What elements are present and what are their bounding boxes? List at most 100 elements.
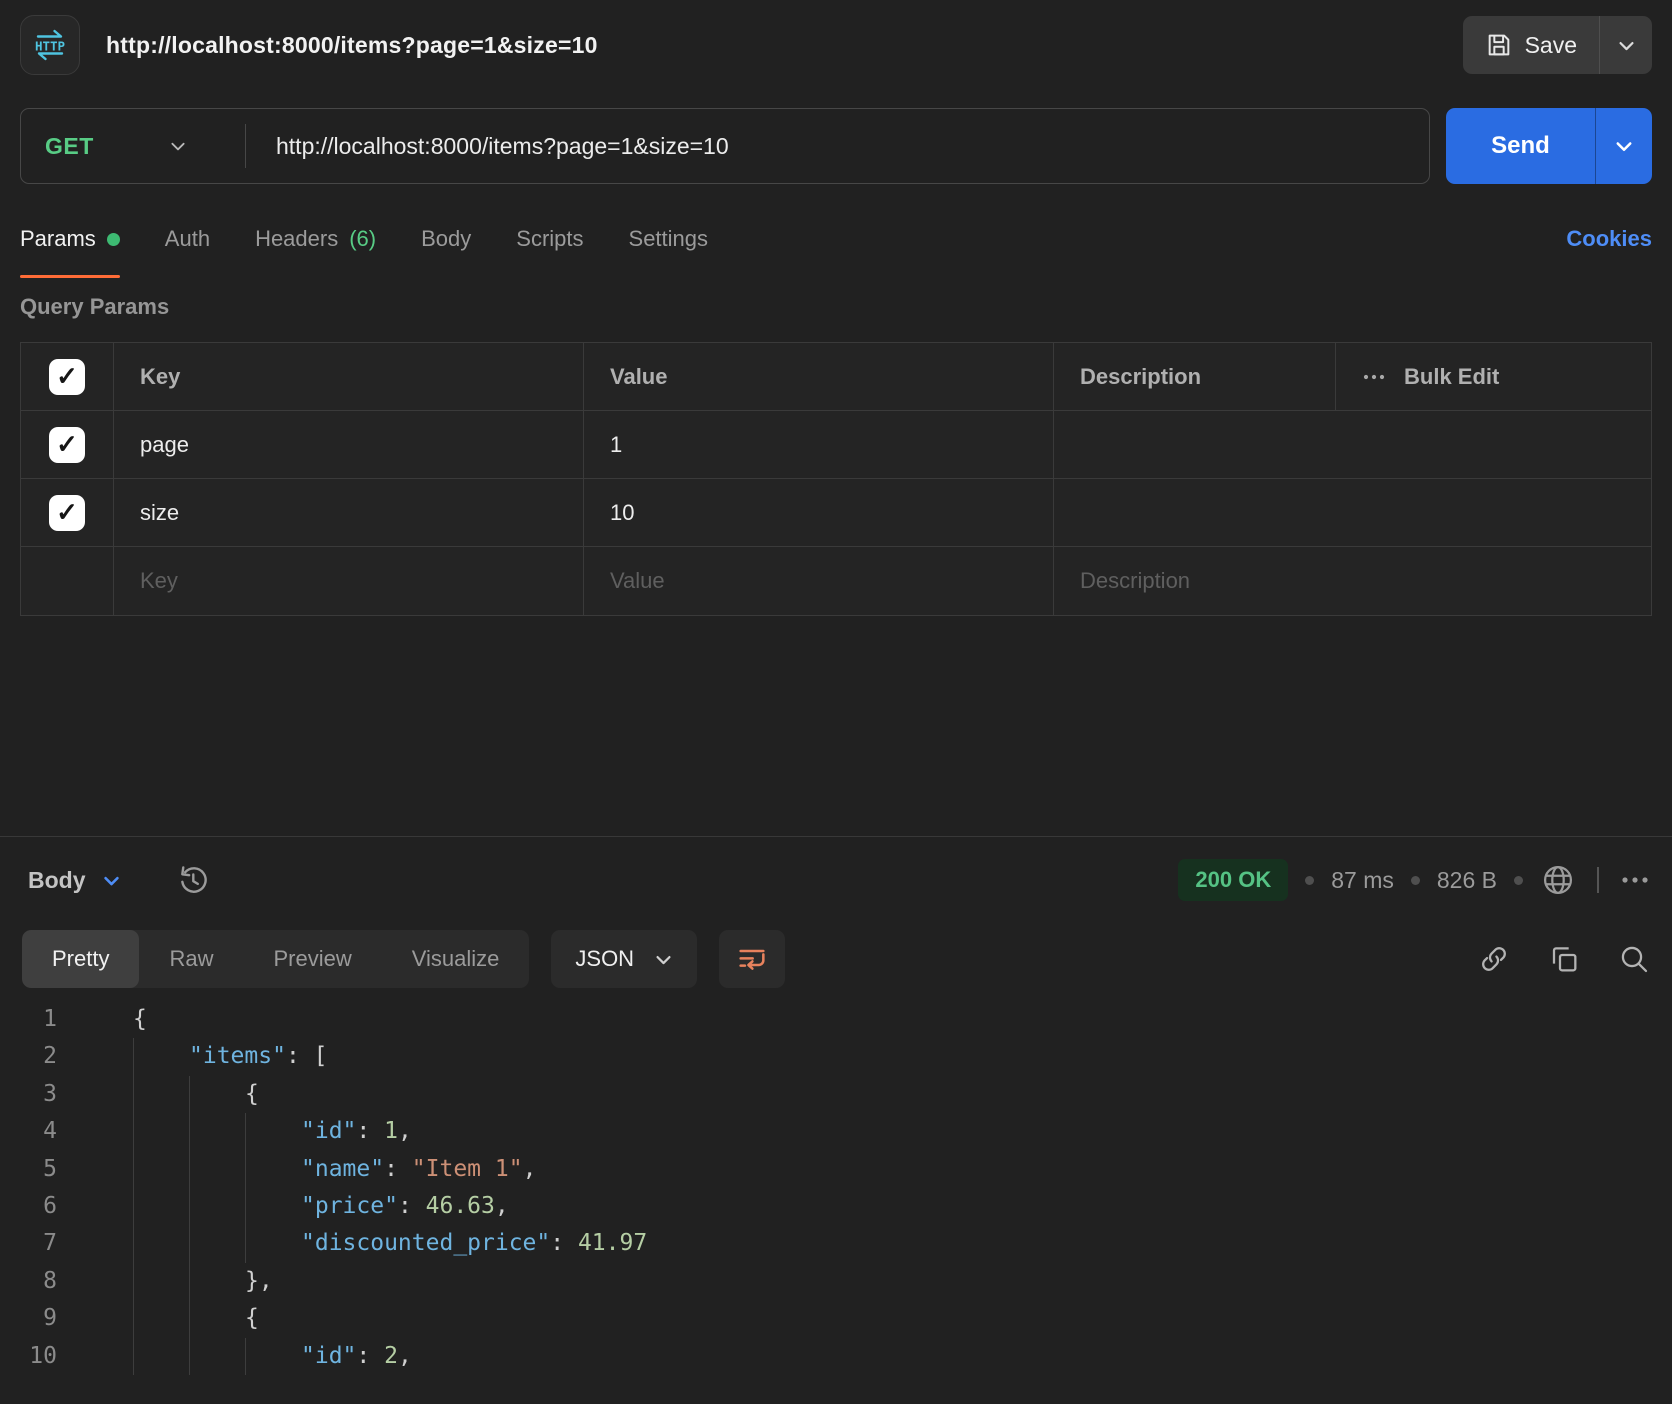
indent-guide <box>133 1113 189 1150</box>
checkbox-cell <box>21 547 114 615</box>
view-tab-visualize[interactable]: Visualize <box>382 930 530 988</box>
code-tokens: "id": 1, <box>301 1113 412 1150</box>
chevron-down-icon <box>1617 36 1636 55</box>
indent-guide <box>133 1151 189 1188</box>
code-content: }, <box>133 1263 273 1300</box>
separator-dot <box>1305 876 1314 885</box>
query-params-title: Query Params <box>20 294 1652 320</box>
response-options-button[interactable] <box>1620 874 1650 886</box>
save-options-button[interactable] <box>1600 16 1652 74</box>
chevron-down-icon <box>102 871 121 890</box>
param-value-cell[interactable]: 1 <box>584 411 1054 479</box>
param-key-cell[interactable]: page <box>114 411 584 479</box>
code-tokens: }, <box>245 1263 273 1300</box>
response-header: Body 200 OK 87 ms 826 <box>0 837 1672 923</box>
row-checkbox[interactable]: ✓ <box>49 495 85 531</box>
separator-dot <box>1411 876 1420 885</box>
code-tokens: "name": "Item 1", <box>301 1151 536 1188</box>
row-checkbox[interactable]: ✓ <box>49 427 85 463</box>
code-content: "name": "Item 1", <box>133 1151 536 1188</box>
indent-guide <box>133 1076 189 1113</box>
param-key-cell[interactable]: size <box>114 479 584 547</box>
view-tab-raw[interactable]: Raw <box>139 930 243 988</box>
response-body-code[interactable]: 1{2"items": [3{4"id": 1,5"name": "Item 1… <box>0 995 1672 1375</box>
row-checkbox[interactable]: ✓ <box>49 359 85 395</box>
http-icon: HTTP <box>20 15 80 75</box>
indent-guide <box>133 1338 189 1375</box>
response-view-tabs: PrettyRawPreviewVisualize <box>22 930 529 988</box>
tab-label: Auth <box>165 226 210 252</box>
url-box: GET <box>20 108 1430 184</box>
method-selector[interactable]: GET <box>21 133 211 160</box>
send-options-button[interactable] <box>1596 108 1652 184</box>
line-number: 7 <box>0 1225 95 1262</box>
param-description-cell[interactable] <box>1054 479 1651 547</box>
tab-headers[interactable]: Headers (6) <box>255 226 376 278</box>
save-button-group: Save <box>1463 16 1652 74</box>
response-history-button[interactable] <box>169 861 217 899</box>
param-description-cell[interactable] <box>1054 411 1651 479</box>
indent-guide <box>133 1188 189 1225</box>
code-tokens: { <box>133 1001 147 1038</box>
tab-scripts[interactable]: Scripts <box>516 226 583 278</box>
tab-auth[interactable]: Auth <box>165 226 210 278</box>
param-key-input[interactable]: Key <box>114 547 584 615</box>
code-tokens: { <box>245 1300 259 1337</box>
history-icon <box>175 862 211 898</box>
indent-guide <box>133 1038 189 1075</box>
code-content: "id": 1, <box>133 1113 412 1150</box>
column-header-description[interactable]: Description <box>1054 343 1336 411</box>
wrap-lines-button[interactable] <box>719 930 785 988</box>
checkbox-cell: ✓ <box>21 479 114 547</box>
code-line: 10"id": 2, <box>0 1338 1672 1375</box>
status-badge: 200 OK <box>1178 859 1288 901</box>
indent-guide <box>245 1113 301 1150</box>
copy-icon <box>1548 943 1580 975</box>
column-header-key[interactable]: Key <box>114 343 584 411</box>
checkbox-cell: ✓ <box>21 343 114 411</box>
tab-params[interactable]: Params <box>20 226 120 278</box>
floppy-save-icon <box>1485 31 1513 59</box>
format-selector[interactable]: JSON <box>551 930 697 988</box>
network-info-button[interactable] <box>1540 862 1576 898</box>
chevron-down-icon <box>654 950 673 969</box>
url-input[interactable] <box>274 132 1429 161</box>
tab-label: Headers <box>255 226 338 252</box>
param-value-cell[interactable]: 10 <box>584 479 1054 547</box>
copy-response-button[interactable] <box>1548 943 1580 975</box>
code-line: 1{ <box>0 1001 1672 1038</box>
link-icon <box>1478 943 1510 975</box>
indent-guide <box>189 1151 245 1188</box>
request-tabs-row: ParamsAuthHeaders(6)BodyScriptsSettings … <box>0 192 1672 278</box>
send-button[interactable]: Send <box>1446 108 1595 184</box>
search-response-button[interactable] <box>1618 943 1650 975</box>
tab-count: (6) <box>349 226 376 252</box>
column-header-value[interactable]: Value <box>584 343 1054 411</box>
cookies-link[interactable]: Cookies <box>1566 226 1652 252</box>
copy-link-button[interactable] <box>1478 943 1510 975</box>
indent-guide <box>189 1076 245 1113</box>
tab-settings[interactable]: Settings <box>629 226 709 278</box>
view-tab-pretty[interactable]: Pretty <box>22 930 139 988</box>
separator-dot <box>1514 876 1523 885</box>
more-dots-icon <box>1362 372 1386 382</box>
indent-guide <box>133 1300 189 1337</box>
tab-body[interactable]: Body <box>421 226 471 278</box>
response-meta: 200 OK 87 ms 826 B <box>1178 859 1650 901</box>
indent-guide <box>189 1225 245 1262</box>
response-toolbar: PrettyRawPreviewVisualize JSON <box>0 923 1672 995</box>
bulk-edit-button[interactable]: Bulk Edit <box>1336 343 1651 411</box>
view-tab-preview[interactable]: Preview <box>243 930 381 988</box>
app-window: HTTP http://localhost:8000/items?page=1&… <box>0 0 1672 1404</box>
param-description-input[interactable]: Description <box>1054 547 1651 615</box>
request-url-row: GET Send <box>0 90 1672 192</box>
chevron-down-icon <box>1614 136 1634 156</box>
response-body-selector[interactable]: Body <box>22 866 127 895</box>
code-line: 9{ <box>0 1300 1672 1337</box>
save-button[interactable]: Save <box>1463 16 1599 74</box>
response-panel-label: Body <box>28 867 86 894</box>
line-number: 2 <box>0 1038 95 1075</box>
param-value-input[interactable]: Value <box>584 547 1054 615</box>
query-params-table: ✓KeyValueDescriptionBulk Edit✓page1✓size… <box>20 342 1652 616</box>
tab-label: Params <box>20 226 96 252</box>
